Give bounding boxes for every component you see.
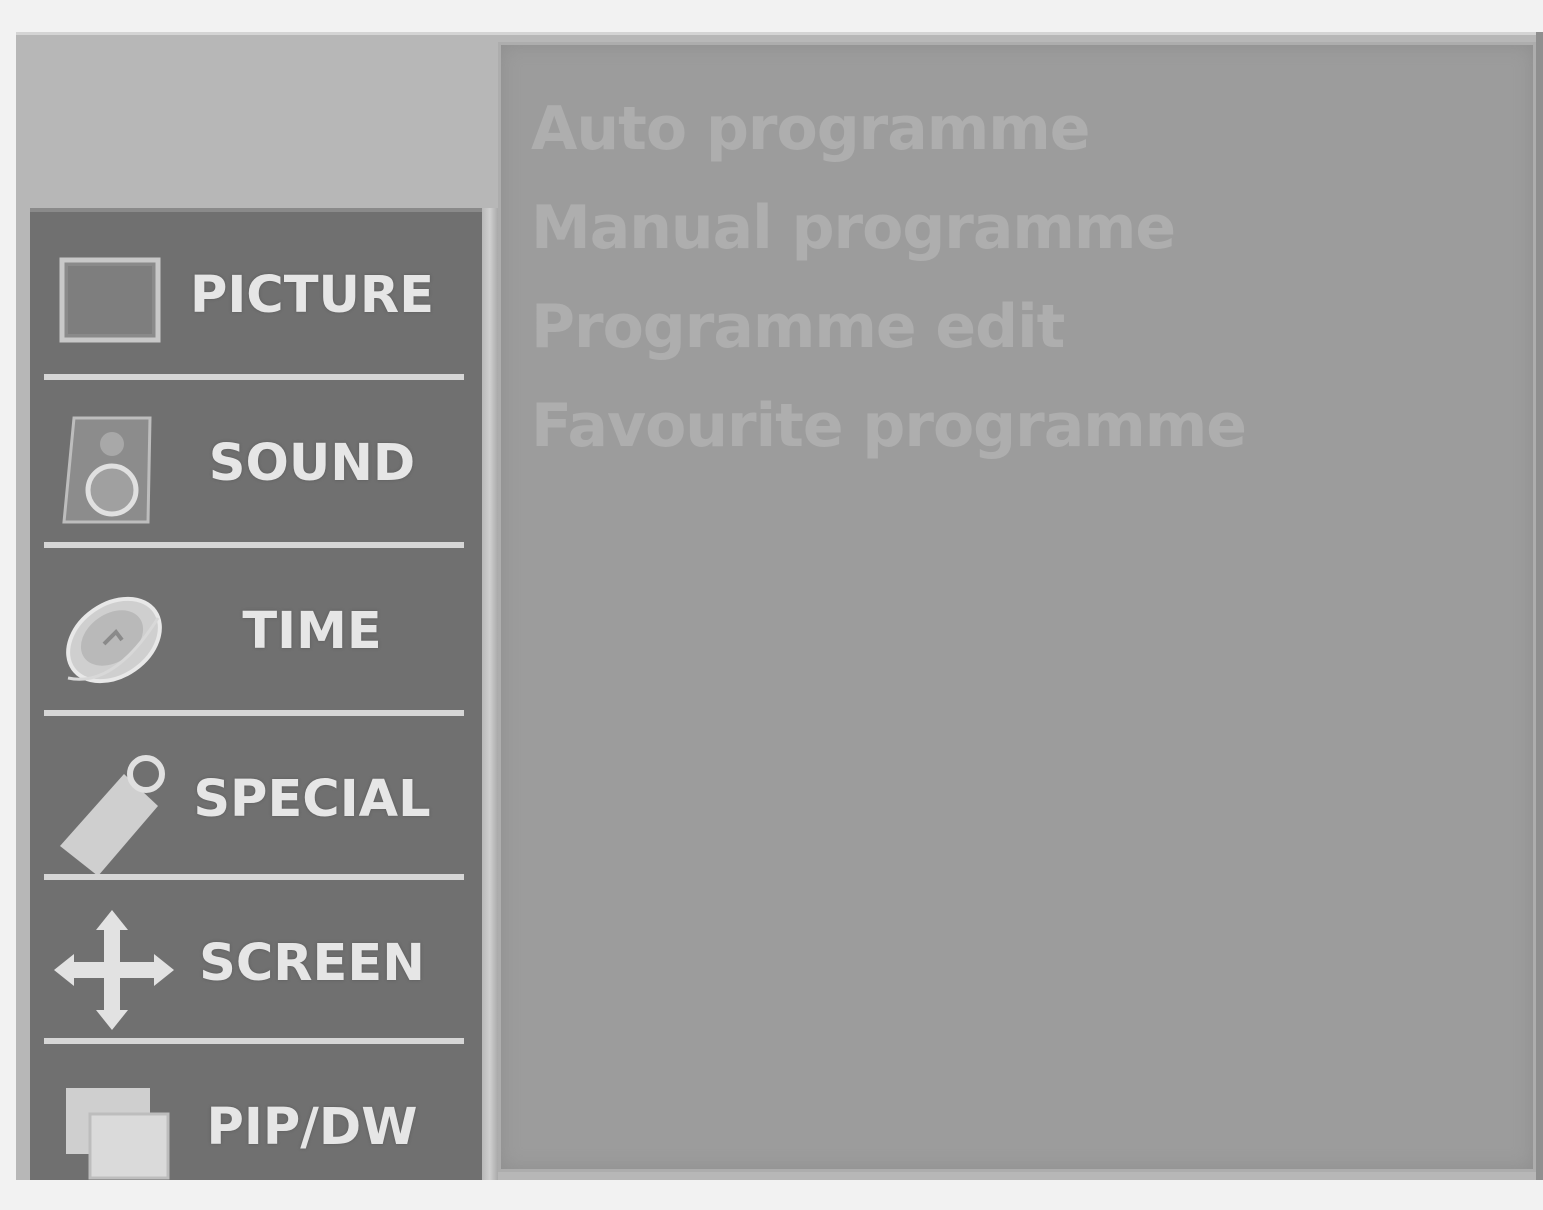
submenu-item-auto-programme[interactable]: Auto programme bbox=[531, 89, 1090, 169]
menu-item-label: PICTURE bbox=[189, 265, 435, 325]
menu-item-sound[interactable]: SOUND bbox=[30, 380, 482, 546]
submenu-item-favourite-programme[interactable]: Favourite programme bbox=[531, 386, 1247, 466]
menu-item-label: SPECIAL bbox=[193, 769, 431, 829]
speaker-icon bbox=[54, 410, 174, 524]
tag-icon bbox=[54, 746, 174, 876]
clock-icon bbox=[54, 578, 174, 688]
panel-right-edge bbox=[1536, 32, 1543, 1180]
menu-item-label: TIME bbox=[242, 601, 382, 661]
menu-item-label: PIP/DW bbox=[206, 1097, 418, 1157]
picture-icon bbox=[54, 242, 174, 352]
menu-item-special[interactable]: SPECIAL bbox=[30, 716, 482, 882]
sidebar-edge bbox=[482, 208, 498, 1180]
main-menu-sidebar: PICTURE SOUND TIME SPECIAL SCREEN PIP/DW bbox=[30, 208, 482, 1180]
submenu-panel: Auto programme Manual programme Programm… bbox=[498, 42, 1536, 1172]
menu-item-screen[interactable]: SCREEN bbox=[30, 880, 482, 1046]
submenu-item-manual-programme[interactable]: Manual programme bbox=[531, 188, 1176, 268]
menu-item-label: SOUND bbox=[208, 433, 416, 493]
menu-item-label: SCREEN bbox=[199, 933, 425, 993]
move-arrows-icon bbox=[54, 910, 174, 1030]
submenu-item-programme-edit[interactable]: Programme edit bbox=[531, 287, 1065, 367]
pip-icon bbox=[54, 1074, 174, 1184]
menu-item-picture[interactable]: PICTURE bbox=[30, 212, 482, 378]
menu-item-time[interactable]: TIME bbox=[30, 548, 482, 714]
menu-item-pip-dw[interactable]: PIP/DW bbox=[30, 1044, 482, 1210]
